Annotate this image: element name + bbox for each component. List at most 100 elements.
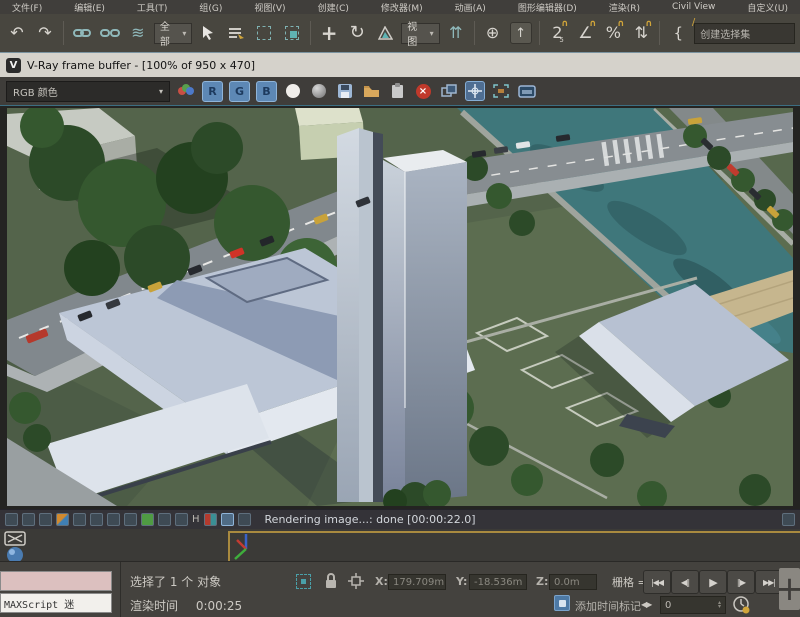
menu-item-views[interactable]: 视图(V) — [254, 1, 285, 14]
window-crossing-toggle[interactable] — [280, 20, 304, 46]
lens-effects-icon[interactable] — [238, 513, 251, 526]
history-icon[interactable] — [782, 513, 795, 526]
add-time-tag-button[interactable] — [554, 595, 570, 611]
vfb-red-channel-button[interactable]: R — [202, 81, 223, 102]
next-frame-button[interactable]: ‖▶ — [727, 570, 755, 594]
vfb-title-bar[interactable]: V V-Ray frame buffer - [100% of 950 x 47… — [0, 53, 800, 77]
clear-icon: × — [416, 84, 431, 99]
region-icon — [493, 84, 509, 98]
y-coord-label: Y: — [456, 575, 467, 588]
exposure-icon[interactable] — [124, 513, 137, 526]
info-icon[interactable] — [39, 513, 52, 526]
select-and-rotate-button[interactable]: ↻ — [345, 20, 369, 46]
color-corrections-icon[interactable] — [56, 513, 69, 526]
frame-spinner[interactable]: ▴▾ — [718, 601, 721, 609]
previous-frame-button[interactable]: ◀‖ — [671, 570, 699, 594]
save-channels-icon[interactable] — [5, 513, 18, 526]
schematic-view-icon[interactable] — [4, 531, 26, 547]
levels-icon[interactable] — [90, 513, 103, 526]
undo-button[interactable]: ↶ — [5, 20, 29, 46]
menu-item-edit[interactable]: 编辑(E) — [74, 1, 105, 14]
white-balance-icon[interactable] — [141, 513, 154, 526]
select-and-scale-button[interactable] — [373, 20, 397, 46]
vfb-channel-dropdown[interactable]: RGB 颜色 ▾ — [6, 81, 170, 102]
z-coord-field[interactable]: 0.0m — [549, 574, 597, 590]
selection-filter-dropdown[interactable]: 全部 ▾ — [154, 23, 192, 44]
vfb-load-image-button[interactable] — [361, 81, 381, 101]
select-and-link-button[interactable] — [70, 20, 94, 46]
vfb-channel-value: RGB 颜色 — [13, 84, 58, 99]
vfb-copy-to-clipboard-button[interactable] — [387, 81, 407, 101]
menu-item-rendering[interactable]: 渲染(R) — [609, 1, 640, 14]
stereo-icon[interactable] — [204, 513, 217, 526]
bind-to-space-warp-button[interactable]: ≋ — [126, 20, 150, 46]
select-object-button[interactable] — [196, 20, 220, 46]
current-frame-field[interactable]: 0 ▴▾ — [660, 596, 726, 614]
play-button[interactable]: ▶ — [699, 570, 727, 594]
select-and-move-button[interactable]: + — [317, 20, 341, 46]
absolute-offset-mode-toggle[interactable] — [348, 573, 364, 589]
menu-item-tools[interactable]: 工具(T) — [137, 1, 168, 14]
vfb-alpha-button[interactable] — [283, 81, 303, 101]
hue-saturation-icon[interactable] — [158, 513, 171, 526]
menu-item-create[interactable]: 创建(C) — [318, 1, 349, 14]
named-sets-icon: { — [673, 26, 683, 41]
spinner-snap-toggle-button[interactable]: ⇅ ∩ — [629, 20, 653, 46]
edit-named-selection-sets-button[interactable]: { / — [666, 20, 690, 46]
menu-item-animation[interactable]: 动画(A) — [455, 1, 486, 14]
angle-snap-toggle-button[interactable]: ∠ ∩ — [573, 20, 597, 46]
vfb-stamp-button[interactable] — [517, 81, 537, 101]
menu-item-customize[interactable]: 自定义(U) — [747, 1, 788, 14]
redo-icon: ↷ — [38, 25, 51, 41]
vfb-track-mouse-button[interactable] — [465, 81, 485, 101]
display-colors-icon[interactable] — [73, 513, 86, 526]
z-coord-label: Z: — [536, 575, 548, 588]
time-configuration-button[interactable] — [733, 596, 751, 614]
vfb-blue-channel-button[interactable]: B — [256, 81, 277, 102]
maxscript-mini-listener-field[interactable]: MAXScript 迷 — [0, 593, 112, 613]
compare-image-icon[interactable] — [22, 513, 35, 526]
panel-toggle-icon[interactable] — [221, 513, 234, 526]
vfb-rgb-channels-button[interactable] — [176, 81, 196, 101]
rectangular-selection-region-button[interactable] — [252, 20, 276, 46]
select-by-name-button[interactable] — [224, 20, 248, 46]
percent-snap-toggle-button[interactable]: % ∩ — [601, 20, 625, 46]
pan-view-button[interactable]: + — [779, 568, 800, 610]
pan-plus-icon: + — [775, 569, 800, 609]
magnet-icon: ∩ — [561, 20, 568, 29]
go-to-start-button[interactable]: |◀◀ — [643, 570, 671, 594]
use-pivot-point-center-button[interactable]: ⇈ — [444, 20, 468, 46]
key-mode-toggle[interactable]: ◀▶ — [641, 600, 651, 609]
selection-lock-toggle[interactable] — [324, 573, 338, 589]
stamp-icon[interactable]: H — [192, 513, 200, 526]
y-coord-field[interactable]: -18.536m — [469, 574, 527, 590]
select-and-manipulate-button[interactable]: ⊕ — [481, 20, 505, 46]
menu-item-modifiers[interactable]: 修改器(M) — [381, 1, 423, 14]
menu-item-civil-view[interactable]: Civil View — [672, 2, 715, 12]
curves-icon[interactable] — [107, 513, 120, 526]
background-image-icon[interactable] — [175, 513, 188, 526]
reference-coordinate-system-dropdown[interactable]: 视图 ▾ — [401, 23, 439, 44]
maxscript-macro-recorder-field[interactable] — [0, 571, 112, 591]
vfb-monochrome-button[interactable] — [309, 81, 329, 101]
named-selection-sets-field[interactable]: 创建选择集 — [694, 23, 795, 44]
unlink-selection-button[interactable] — [98, 20, 122, 46]
redo-button[interactable]: ↷ — [33, 20, 57, 46]
menu-item-group[interactable]: 组(G) — [199, 1, 222, 14]
snaps-toggle-button[interactable]: 2 5 ∩ — [545, 20, 569, 46]
vfb-green-channel-button[interactable]: G — [229, 81, 250, 102]
vfb-save-image-button[interactable] — [335, 81, 355, 101]
vfb-clear-image-button[interactable]: × — [413, 81, 433, 101]
viewport-strip — [0, 529, 800, 561]
x-coord-field[interactable]: 179.709m — [388, 574, 446, 590]
vfb-duplicate-to-host-button[interactable] — [439, 81, 459, 101]
magnet-icon: ∩ — [645, 20, 652, 29]
keyboard-shortcut-override-toggle[interactable]: ↑ — [509, 20, 533, 46]
isolate-selection-toggle[interactable] — [296, 574, 311, 589]
menu-item-graph-editors[interactable]: 图形编辑器(D) — [518, 1, 577, 14]
main-toolbar: ↶ ↷ ≋ 全部 ▾ + ↻ 视图 ▾ ⇈ — [0, 14, 800, 53]
toolbar-separator — [63, 21, 64, 45]
menu-item-file[interactable]: 文件(F) — [12, 1, 42, 14]
add-time-tag-label[interactable]: 添加时间标记 — [575, 598, 641, 614]
vfb-region-render-button[interactable] — [491, 81, 511, 101]
